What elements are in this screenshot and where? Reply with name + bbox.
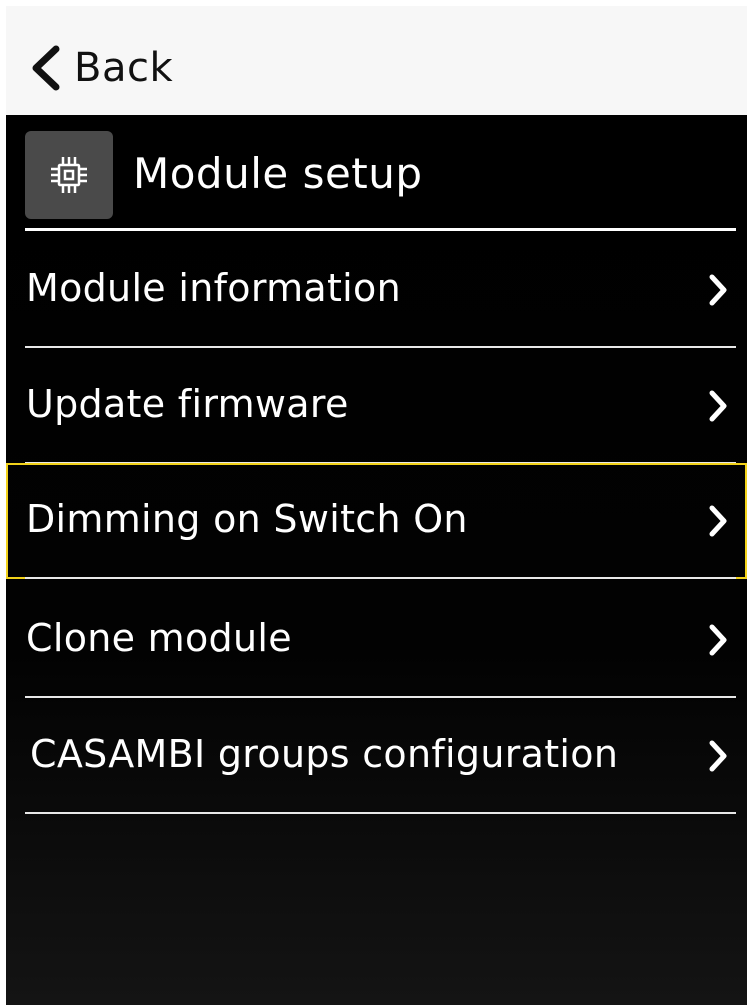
item-divider	[25, 577, 736, 579]
chevron-right-icon	[709, 505, 727, 537]
menu-item-dimming-on-switch-on[interactable]: Dimming on Switch On	[6, 463, 747, 579]
menu-item-label: Clone module	[26, 616, 292, 660]
title-icon-box	[25, 131, 113, 219]
back-button[interactable]: Back	[28, 42, 173, 94]
menu-item-update-firmware[interactable]: Update firmware	[6, 348, 747, 464]
chevron-right-icon	[709, 274, 727, 306]
menu-item-label: Update firmware	[26, 382, 349, 426]
menu-item-label: Module information	[26, 266, 401, 310]
module-setup-screen: Module setup Module information Update f…	[6, 115, 747, 1005]
chevron-right-icon	[709, 390, 727, 422]
page-header: Module setup	[6, 115, 736, 227]
back-label: Back	[74, 45, 174, 91]
top-bar: Back	[6, 6, 747, 115]
chip-icon	[51, 157, 87, 193]
page-title: Module setup	[133, 149, 423, 198]
chevron-left-icon	[32, 45, 60, 91]
chevron-right-icon	[709, 624, 727, 656]
chevron-right-icon	[709, 740, 727, 772]
item-divider	[25, 812, 736, 814]
menu-item-module-information[interactable]: Module information	[6, 232, 747, 348]
menu-item-label: Dimming on Switch On	[26, 497, 468, 541]
title-divider	[25, 228, 736, 231]
menu-item-label: CASAMBI groups configuration	[30, 732, 619, 776]
menu-item-clone-module[interactable]: Clone module	[6, 582, 747, 698]
menu-item-casambi-groups-configuration[interactable]: CASAMBI groups configuration	[6, 698, 747, 814]
